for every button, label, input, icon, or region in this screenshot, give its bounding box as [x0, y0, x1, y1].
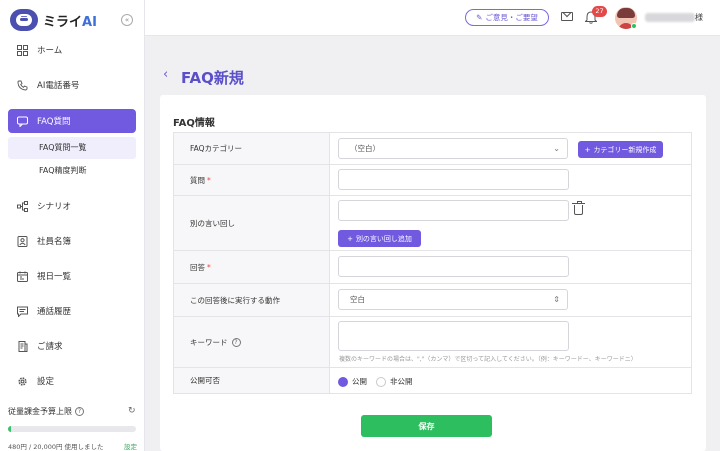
budget-progress-bar [8, 426, 136, 432]
form-row-keyword: キーワード ? 複数のキーワードの場合は、","（カンマ）で区切って記入してくだ… [174, 317, 691, 368]
sidebar-item-label: 視日一覧 [37, 272, 72, 282]
budget-progress-fill [8, 426, 12, 432]
logo-ai-text: AI [82, 14, 97, 30]
required-mark: * [207, 262, 211, 272]
help-icon[interactable]: ? [231, 337, 241, 347]
user-name-blurred[interactable] [645, 13, 695, 22]
category-select[interactable]: （空白） ⌄ [338, 138, 568, 159]
feedback-label: ご意見・ご要望 [485, 13, 538, 22]
keyword-input[interactable] [338, 321, 569, 351]
robot-logo-icon [10, 9, 38, 31]
sidebar-item-scenario[interactable]: シナリオ [8, 194, 136, 218]
budget-setting-link[interactable]: 設定 [124, 441, 137, 451]
answer-input[interactable] [338, 256, 569, 277]
phone-icon [16, 79, 28, 91]
sidebar-item-billing[interactable]: ご請求 [8, 334, 136, 358]
keyword-label: キーワード ? [174, 317, 330, 367]
sidebar-item-label: AI電話番号 [37, 81, 80, 91]
sidebar-item-employees[interactable]: 社員名簿 [8, 229, 136, 253]
faq-icon [16, 115, 28, 127]
budget-label-text: 従量課金予算上限 [8, 407, 72, 416]
form-row-action: この回答後に実行する動作 空白 ⇕ [174, 284, 691, 317]
visibility-label: 公開可否 [174, 368, 330, 393]
question-label: 質問 * [174, 165, 330, 195]
chevron-down-icon: ⌄ [553, 144, 560, 153]
new-category-button[interactable]: + カテゴリー新規作成 [578, 141, 663, 158]
top-header: ✎ ご意見・ご要望 27 様 [145, 0, 720, 36]
sidebar-item-call-history[interactable]: 通話履歴 [8, 299, 136, 323]
form-row-visibility: 公開可否 公開 非公開 [174, 368, 691, 393]
budget-usage-text: 480円 / 20,000円 使用しました [8, 443, 104, 451]
category-select-value: （空白） [350, 144, 380, 153]
question-input[interactable] [338, 169, 569, 190]
form-row-alt-phrase: 別の言い回し + 別の言い回し追加 [174, 196, 691, 251]
page-title: FAQ新規 [181, 69, 244, 87]
notification-badge: 27 [592, 6, 607, 17]
help-icon[interactable]: ? [75, 407, 84, 416]
contact-icon [16, 235, 28, 247]
sidebar-item-label: 社員名簿 [37, 237, 72, 247]
app-logo[interactable]: ミライAI [10, 9, 97, 31]
keyword-hint: 複数のキーワードの場合は、","（カンマ）で区切って記入してください。（例：キー… [339, 356, 637, 363]
radio-public[interactable]: 公開 [338, 376, 367, 387]
plus-icon: + [584, 145, 591, 154]
sidebar-subitem-faq-accuracy[interactable]: FAQ精度判断 [8, 160, 136, 182]
mail-icon[interactable] [561, 12, 573, 21]
radio-selected-icon [338, 376, 348, 387]
sidebar-item-label: ホーム [37, 46, 63, 56]
sidebar-item-faq[interactable]: FAQ質問 [8, 109, 136, 133]
form-row-answer: 回答 * [174, 251, 691, 284]
sidebar-subitem-faq-list[interactable]: FAQ質問一覧 [8, 137, 136, 159]
action-select-value: 空白 [350, 295, 365, 304]
add-alt-phrase-button[interactable]: + 別の言い回し追加 [338, 230, 421, 247]
sidebar-item-label: シナリオ [37, 202, 72, 212]
radio-unselected-icon [376, 376, 386, 387]
gear-icon [16, 375, 28, 387]
answer-label: 回答 * [174, 251, 330, 283]
alt-phrase-label: 別の言い回し [174, 196, 330, 250]
sidebar-item-label: 設定 [37, 377, 55, 387]
online-status-dot [631, 23, 637, 29]
form-row-question: 質問 * [174, 165, 691, 196]
chat-icon [16, 305, 28, 317]
add-alt-phrase-label: 別の言い回し追加 [355, 234, 412, 243]
sidebar-item-settings[interactable]: 設定 [8, 369, 136, 393]
plus-icon: + [347, 234, 353, 243]
refresh-icon[interactable]: ↻ [128, 406, 136, 416]
invoice-icon [16, 340, 28, 352]
sidebar-item-label: 通話履歴 [37, 307, 72, 317]
sidebar-item-home[interactable]: ホーム [8, 38, 136, 62]
category-label: FAQカテゴリー [174, 133, 330, 164]
calendar-icon [16, 270, 28, 282]
sidebar-item-label: ご請求 [37, 342, 63, 352]
required-mark: * [207, 175, 211, 185]
sidebar-item-label: FAQ質問 [37, 117, 71, 127]
save-button[interactable]: 保存 [361, 415, 492, 437]
faq-form: FAQカテゴリー （空白） ⌄ + カテゴリー新規作成 質問 * 別の言い回し +… [173, 132, 692, 394]
logo-text: ミライ [43, 14, 83, 30]
radio-private[interactable]: 非公開 [376, 376, 413, 387]
sort-arrows-icon: ⇕ [553, 295, 560, 304]
feedback-button[interactable]: ✎ ご意見・ご要望 [465, 9, 549, 26]
trash-icon[interactable] [572, 201, 585, 215]
sidebar-item-schedule[interactable]: 視日一覧 [8, 264, 136, 288]
sidebar-item-ai-phone[interactable]: AI電話番号 [8, 73, 136, 97]
sidebar: ミライAI « ホーム AI電話番号 FAQ質問 FAQ質問一覧 FAQ精度判断… [0, 0, 145, 451]
user-honorific: 様 [695, 13, 703, 22]
new-category-label: カテゴリー新規作成 [593, 145, 657, 154]
radio-public-label: 公開 [352, 377, 367, 386]
action-label: この回答後に実行する動作 [174, 284, 330, 316]
flow-icon [16, 200, 28, 212]
collapse-sidebar-icon[interactable]: « [121, 14, 133, 26]
form-row-category: FAQカテゴリー （空白） ⌄ + カテゴリー新規作成 [174, 133, 691, 165]
budget-label: 従量課金予算上限 ? [8, 406, 84, 417]
radio-private-label: 非公開 [390, 377, 413, 386]
alt-phrase-input[interactable] [338, 200, 569, 221]
edit-icon: ✎ [476, 13, 483, 22]
action-select[interactable]: 空白 ⇕ [338, 289, 568, 310]
back-chevron-icon[interactable]: ‹ [163, 68, 168, 82]
grid-icon [16, 44, 28, 56]
section-title: FAQ情報 [173, 118, 215, 129]
